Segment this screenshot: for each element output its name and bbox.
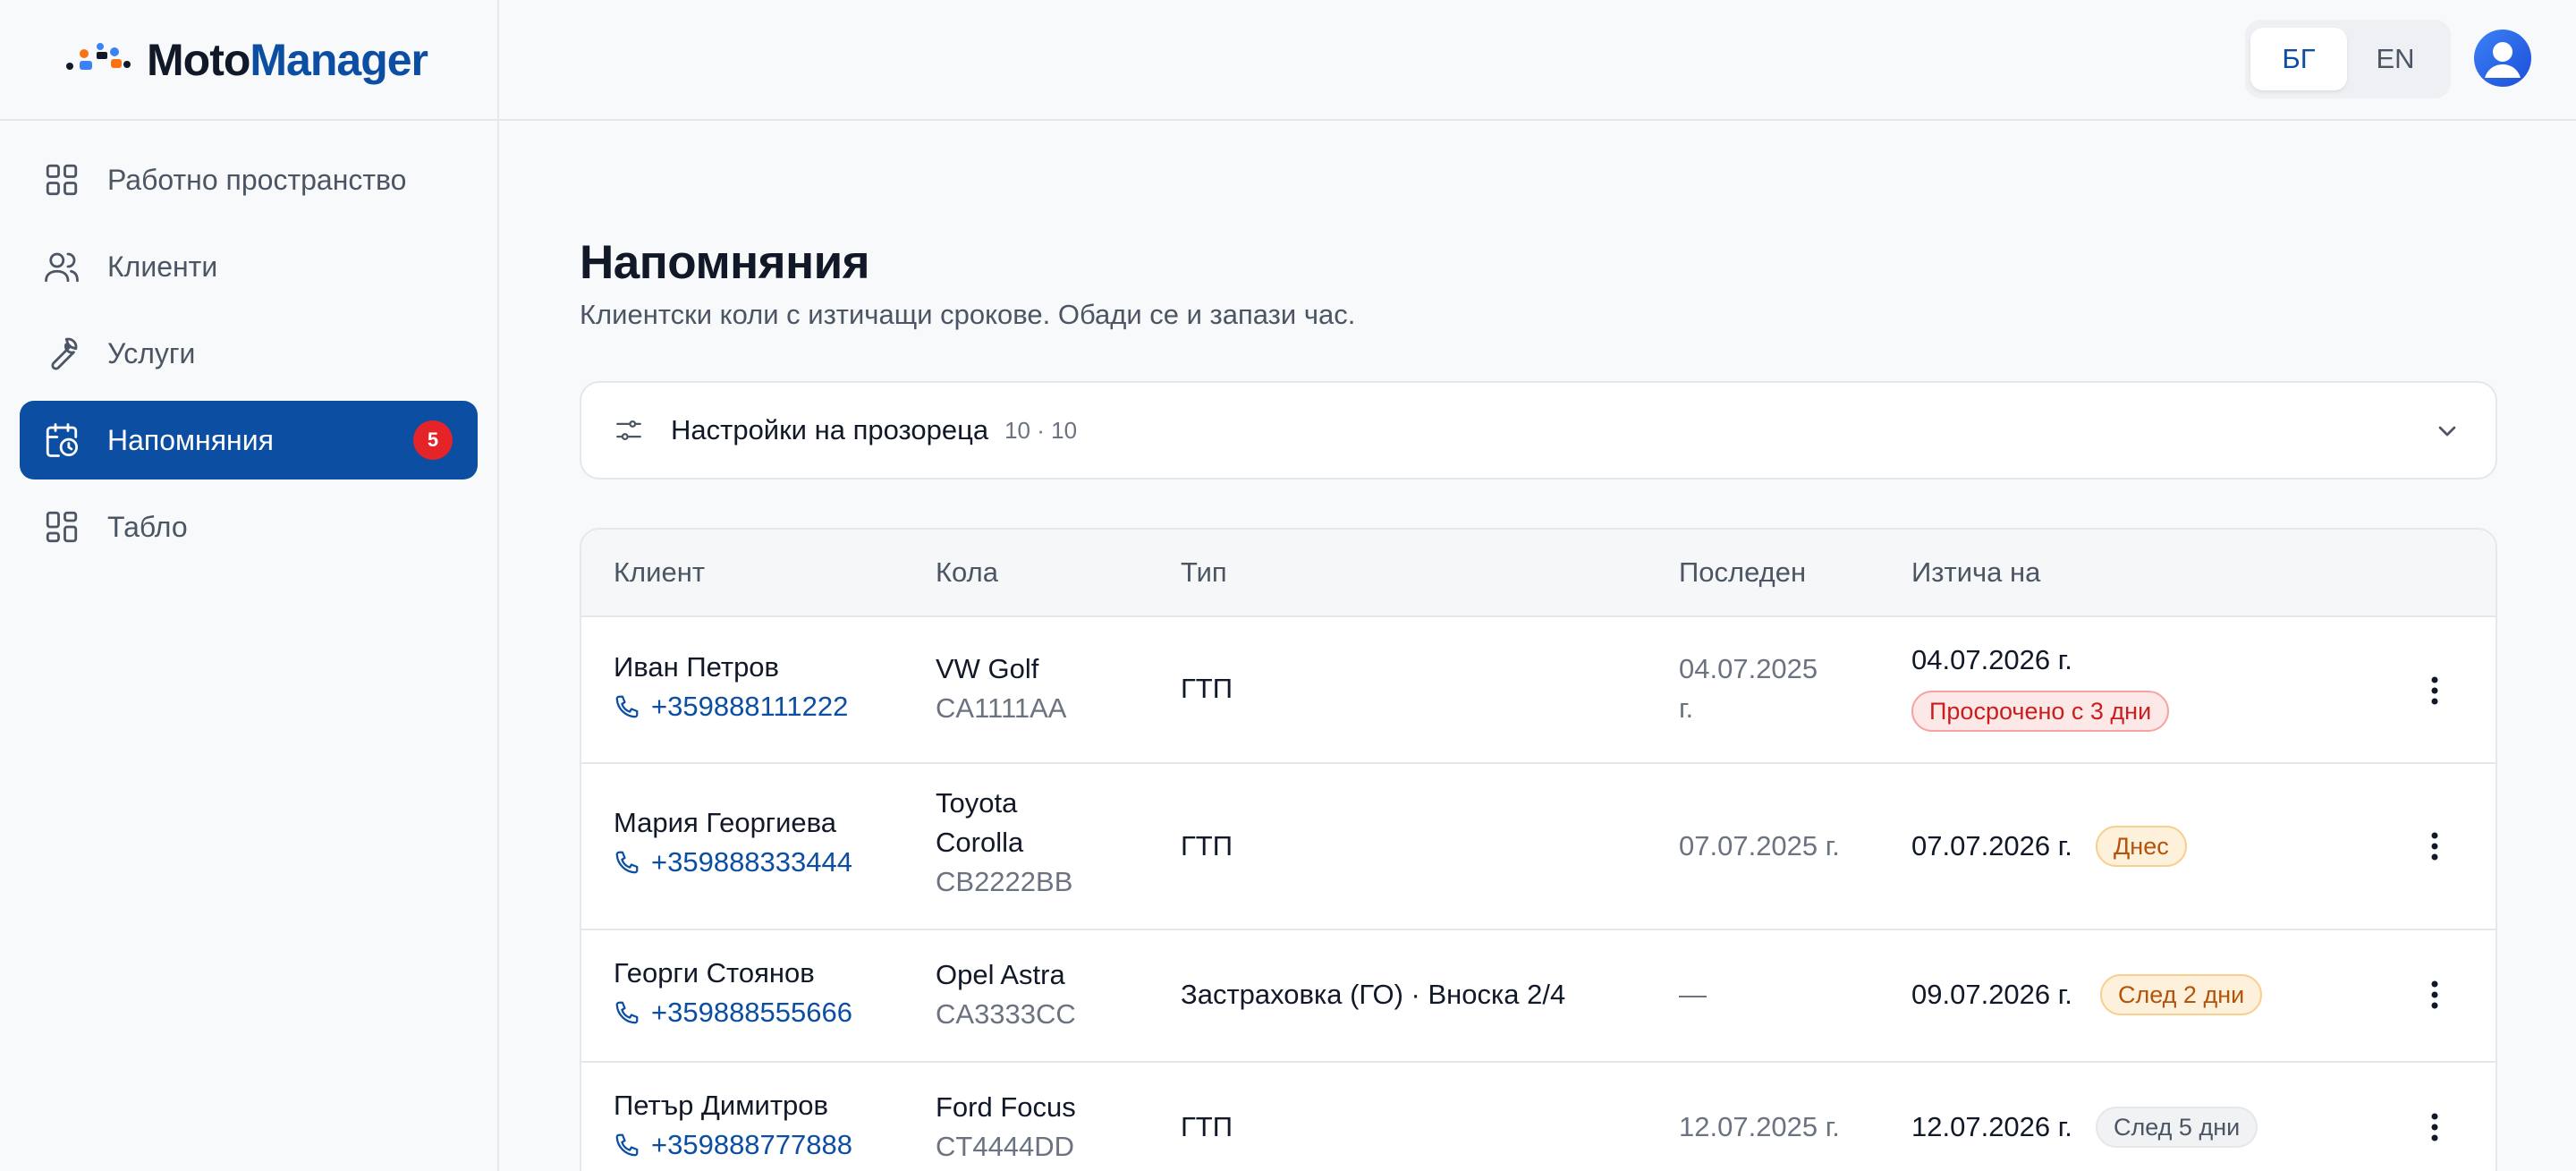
table-row: Георги Стоянов +359888555666 Opel Astra … — [581, 930, 2496, 1063]
client-phone: +359888333444 — [651, 846, 852, 878]
phone-icon — [615, 695, 639, 718]
row-menu-icon[interactable] — [2429, 1109, 2440, 1145]
table-row: Мария Георгиева +359888333444 Toyota Cor… — [581, 764, 2496, 930]
lang-en-button[interactable]: EN — [2347, 28, 2444, 90]
dashboard-icon — [46, 511, 78, 543]
car-plate: CB2222BB — [936, 866, 1073, 897]
car-model: Ford Focus — [936, 1091, 1076, 1123]
reminders-count-badge: 5 — [413, 420, 453, 460]
sidebar-item-label: Клиенти — [107, 250, 218, 283]
sidebar-item-label: Работно пространство — [107, 163, 407, 196]
car-model: Opel Astra — [936, 959, 1065, 990]
brand-name-part1: Moto — [147, 34, 250, 85]
brand-name-part2: Manager — [250, 34, 428, 85]
car-model: Toyota — [936, 787, 1018, 819]
main-content: Напомняния Клиентски коли с изтичащи сро… — [580, 121, 2497, 1171]
client-phone: +359888111222 — [651, 691, 849, 722]
wrench-icon — [51, 337, 78, 370]
client-name: Георги Стоянов — [614, 957, 815, 989]
car-model: VW Golf — [936, 653, 1039, 684]
sidebar-item-label: Услуги — [107, 336, 196, 369]
reminders-table: Клиент Кола Тип Последен Изтича на Иван … — [580, 528, 2497, 1171]
last-date: 12.07.2025 г. — [1679, 1111, 1840, 1142]
expires-date: 12.07.2026 г. — [1911, 1111, 2072, 1142]
grid-icon — [46, 164, 78, 196]
row-menu-icon[interactable] — [2429, 828, 2440, 864]
user-icon — [2485, 42, 2521, 78]
user-avatar[interactable] — [2474, 30, 2531, 87]
sidebar-item-workspace[interactable]: Работно пространство — [20, 140, 478, 219]
sidebar-item-dashboard[interactable]: Табло — [20, 488, 478, 566]
reminder-type: ГТП — [1181, 673, 1233, 704]
users-icon — [45, 252, 79, 283]
expires-date: 09.07.2026 г. — [1911, 979, 2072, 1010]
client-name: Мария Георгиева — [614, 807, 837, 838]
expires-date: 04.07.2026 г. — [1911, 644, 2072, 675]
sidebar-item-reminders[interactable]: Напомняния 5 — [20, 401, 478, 479]
table-header: Клиент Кола Тип Последен Изтича на — [581, 530, 2496, 617]
car-plate: CA3333CC — [936, 998, 1076, 1030]
phone-icon — [615, 1133, 639, 1157]
status-badge: Просрочено с 3 дни — [1911, 691, 2170, 732]
status-badge: След 5 дни — [2096, 1107, 2258, 1148]
client-phone: +359888555666 — [651, 997, 852, 1028]
sidebar-item-label: Напомняния — [107, 423, 274, 456]
reminder-type: Застраховка (ГО) · Вноска 2/4 — [1181, 979, 1566, 1010]
client-phone-link[interactable]: +359888777888 — [614, 1125, 852, 1165]
sidebar: MotoManager Работно пространство Клиенти… — [0, 0, 499, 1171]
phone-icon — [615, 1001, 639, 1024]
client-phone-link[interactable]: +359888111222 — [614, 687, 848, 726]
col-header-client[interactable]: Клиент — [614, 556, 705, 589]
col-header-expires[interactable]: Изтича на — [1911, 556, 2040, 589]
client-name: Петър Димитров — [614, 1090, 829, 1121]
col-header-last[interactable]: Последен — [1679, 556, 1806, 589]
reminder-type: ГТП — [1181, 830, 1233, 861]
lang-bg-button[interactable]: БГ — [2250, 28, 2347, 90]
last-date: — — [1679, 979, 1707, 1010]
row-menu-icon[interactable] — [2429, 673, 2440, 709]
client-phone-link[interactable]: +359888555666 — [614, 993, 852, 1032]
car-plate: CT4444DD — [936, 1131, 1075, 1162]
sidebar-item-clients[interactable]: Клиенти — [20, 227, 478, 306]
table-row: Иван Петров +359888111222 VW Golf CA1111… — [581, 617, 2496, 764]
sidebar-item-services[interactable]: Услуги — [20, 314, 478, 393]
window-settings-toggle[interactable]: Настройки на прозореца 10 · 10 — [580, 381, 2497, 479]
chevron-down-icon — [2438, 426, 2456, 437]
car-plate: CA1111AA — [936, 692, 1067, 724]
sidebar-item-label: Табло — [107, 510, 188, 543]
last-date-line2: г. — [1679, 692, 1694, 724]
client-phone: +359888777888 — [651, 1129, 852, 1160]
col-header-car[interactable]: Кола — [936, 556, 998, 589]
settings-meta: 10 · 10 — [1004, 416, 1078, 444]
status-badge: След 2 дни — [2100, 974, 2263, 1015]
logo-mark-icon — [66, 42, 131, 70]
expires-date: 07.07.2026 г. — [1911, 830, 2072, 861]
top-bar: БГ EN — [499, 0, 2576, 121]
sliders-icon — [616, 420, 641, 441]
sidebar-nav: Работно пространство Клиенти Услуги Напо… — [0, 121, 497, 566]
brand-logo[interactable]: MotoManager — [0, 0, 497, 121]
client-phone-link[interactable]: +359888333444 — [614, 843, 852, 882]
last-date: 07.07.2025 г. — [1679, 830, 1840, 861]
table-row: Петър Димитров +359888777888 Ford Focus … — [581, 1063, 2496, 1171]
language-switcher: БГ EN — [2245, 20, 2451, 98]
last-date-line1: 04.07.2025 — [1679, 653, 1818, 684]
client-name: Иван Петров — [614, 651, 780, 683]
col-header-type[interactable]: Тип — [1181, 556, 1227, 589]
settings-label: Настройки на прозореца — [671, 414, 989, 445]
brand-name: MotoManager — [147, 34, 428, 86]
calendar-clock-icon — [46, 423, 79, 457]
phone-icon — [615, 851, 639, 874]
page-subtitle: Клиентски коли с изтичащи срокове. Обади… — [580, 299, 1356, 330]
page-title: Напомняния — [580, 236, 870, 289]
car-model-line2: Corolla — [936, 827, 1024, 858]
status-badge: Днес — [2096, 826, 2187, 867]
row-menu-icon[interactable] — [2429, 977, 2440, 1013]
reminder-type: ГТП — [1181, 1111, 1233, 1142]
